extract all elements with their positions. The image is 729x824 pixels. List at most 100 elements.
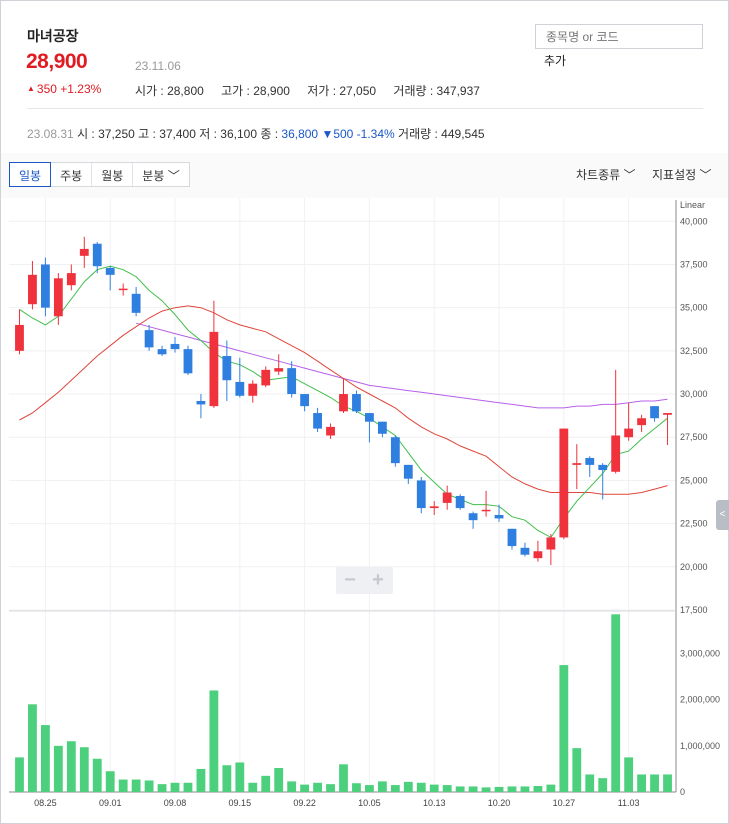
price-tick-label: 30,000: [680, 389, 708, 399]
candle-body: [533, 551, 543, 559]
stock-chart[interactable]: 17,500 20,000 22,500 25,000 27,500 30,000 32,5…: [0, 0, 729, 824]
date-tick-label: 09.15: [229, 798, 252, 808]
candle-body: [66, 273, 76, 286]
volume-bar: [222, 765, 232, 792]
candle-body: [598, 464, 608, 471]
candle-body: [144, 330, 154, 348]
candle-body: [455, 495, 465, 509]
volume-bar: [429, 784, 439, 792]
price-tick-label: 22,500: [680, 519, 708, 529]
volume-bar: [235, 762, 245, 792]
candle-body: [520, 547, 530, 555]
date-tick-label: 10.13: [423, 798, 446, 808]
candle-body: [429, 506, 439, 509]
candle-body: [585, 457, 595, 465]
candle-body: [313, 413, 322, 429]
volume-bar: [611, 614, 621, 792]
volume-bar: [546, 784, 556, 792]
volume-bar: [326, 784, 335, 792]
volume-bar: [287, 781, 297, 792]
price-tick-label: 25,000: [680, 475, 708, 485]
candle-body: [222, 356, 232, 381]
volume-bar: [585, 774, 595, 792]
volume-bar: [365, 785, 374, 792]
side-panel-toggle[interactable]: <: [716, 500, 729, 530]
candle-body: [416, 480, 426, 509]
volume-bar: [481, 787, 491, 792]
candle-body: [390, 437, 400, 464]
candle-body: [377, 421, 387, 434]
date-tick-label: 10.05: [358, 798, 381, 808]
candle-body: [170, 343, 180, 350]
candle-body: [468, 513, 478, 521]
volume-bar: [339, 764, 348, 792]
candle-body: [131, 293, 141, 313]
volume-bar: [274, 768, 284, 792]
candle-body: [663, 413, 672, 415]
price-tick-label: 40,000: [680, 216, 708, 226]
volume-bar: [390, 785, 400, 792]
candle-body: [209, 331, 219, 407]
volume-bar: [598, 778, 608, 792]
chevron-left-icon: <: [719, 509, 726, 520]
candle-body: [339, 394, 348, 412]
date-tick-label: 09.22: [293, 798, 316, 808]
volume-bar: [15, 757, 24, 792]
date-tick-label: 10.20: [488, 798, 511, 808]
zoom-out-button[interactable]: −: [336, 567, 364, 594]
price-tick-label: 32,500: [680, 346, 708, 356]
volume-bar: [650, 774, 659, 792]
volume-bar: [248, 782, 258, 792]
volume-bar: [403, 781, 413, 792]
volume-bar: [468, 786, 478, 792]
volume-bar: [572, 748, 582, 792]
candle-body: [326, 426, 335, 436]
volume-bar: [533, 786, 543, 792]
candle-body: [507, 528, 517, 547]
candle-body: [624, 428, 634, 438]
volume-bar: [118, 779, 128, 792]
candle-body: [546, 537, 556, 550]
candle-body: [118, 288, 128, 291]
volume-bar: [105, 771, 115, 792]
candle-body: [40, 264, 50, 308]
date-tick-label: 08.25: [34, 798, 57, 808]
volume-tick-label: 2,000,000: [680, 695, 720, 705]
candle-body: [196, 400, 206, 405]
candle-body: [183, 349, 193, 374]
candle-body: [15, 324, 24, 351]
volume-bar: [66, 741, 76, 792]
volume-bar: [559, 665, 569, 792]
candle-body: [572, 463, 582, 465]
volume-bar: [624, 757, 634, 792]
candle-body: [403, 464, 413, 479]
price-tick-label: 35,000: [680, 303, 708, 313]
candle-body: [28, 274, 37, 305]
candle-body: [157, 349, 167, 355]
volume-tick-label: 0: [680, 787, 685, 797]
volume-bar: [352, 783, 361, 792]
candle-body: [53, 278, 63, 317]
candle-body: [352, 394, 361, 412]
candle-body: [274, 368, 284, 372]
volume-bar: [442, 785, 452, 792]
candle-body: [300, 394, 310, 407]
volume-bar: [53, 745, 63, 792]
volume-bar: [209, 690, 219, 792]
volume-bar: [637, 774, 647, 792]
candle-body: [248, 383, 258, 396]
volume-bar: [313, 782, 322, 792]
scale-label: Linear: [680, 200, 705, 210]
candle-body: [261, 369, 271, 386]
date-tick-label: 09.01: [99, 798, 122, 808]
volume-tick-label: 1,000,000: [680, 741, 720, 751]
volume-bar: [377, 781, 387, 792]
volume-bar: [92, 758, 102, 792]
candle-body: [611, 435, 621, 472]
candle-body: [442, 492, 452, 503]
zoom-in-button[interactable]: +: [364, 567, 392, 594]
volume-bar: [416, 782, 426, 792]
candle-body: [481, 509, 491, 512]
volume-bar: [520, 786, 530, 792]
price-tick-label: 37,500: [680, 259, 708, 269]
